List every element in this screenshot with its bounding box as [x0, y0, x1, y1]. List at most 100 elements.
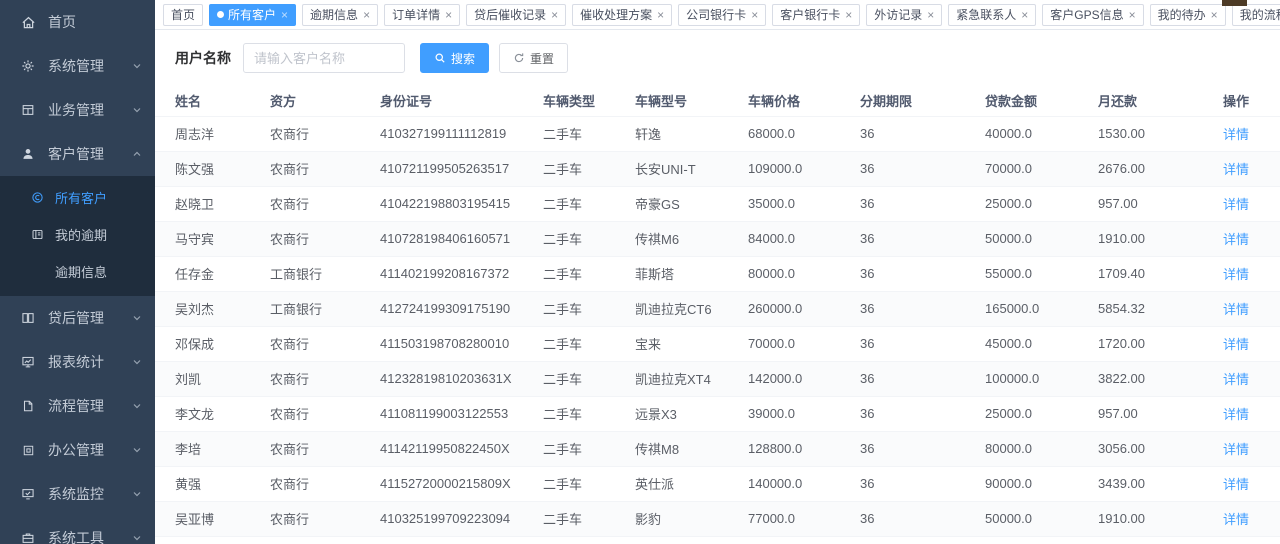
- table-cell-action: 详情: [1223, 116, 1280, 151]
- detail-link[interactable]: 详情: [1223, 337, 1249, 352]
- close-icon[interactable]: ×: [1211, 9, 1218, 21]
- table-cell: 3822.00: [1098, 361, 1223, 396]
- table-cell: 任存金: [155, 256, 270, 291]
- close-icon[interactable]: ×: [657, 9, 664, 21]
- column-header-7: 贷款金额: [985, 86, 1098, 116]
- table-cell: 40000.0: [985, 116, 1098, 151]
- table-cell: 二手车: [543, 326, 635, 361]
- detail-link[interactable]: 详情: [1223, 162, 1249, 177]
- sidebar-item-bottom-2[interactable]: 流程管理: [0, 384, 155, 428]
- tab-6[interactable]: 公司银行卡×: [678, 4, 766, 26]
- sidebar-item-bottom-5[interactable]: 系统工具: [0, 516, 155, 544]
- close-icon[interactable]: ×: [1129, 9, 1136, 21]
- table-row: 邓保成农商行411503198708280010二手车宝来70000.03645…: [155, 326, 1280, 361]
- sidebar-item-top-0[interactable]: 首页: [0, 0, 155, 44]
- sidebar-item-bottom-3[interactable]: 办公管理: [0, 428, 155, 472]
- column-header-0: 姓名: [155, 86, 270, 116]
- home-icon: [20, 14, 36, 30]
- avatar[interactable]: [1222, 0, 1247, 6]
- chevron-down-icon: [131, 532, 143, 544]
- table-cell: 二手车: [543, 396, 635, 431]
- sidebar-item-top-2[interactable]: 业务管理: [0, 88, 155, 132]
- table-cell: 412724199309175190: [380, 291, 543, 326]
- detail-link[interactable]: 详情: [1223, 197, 1249, 212]
- table-cell-action: 详情: [1223, 431, 1280, 466]
- tab-12[interactable]: 我的流程×: [1232, 4, 1280, 26]
- detail-link[interactable]: 详情: [1223, 477, 1249, 492]
- table-cell: 55000.0: [985, 256, 1098, 291]
- sidebar-item-label: 办公管理: [48, 440, 104, 460]
- sidebar-item-top-3[interactable]: 客户管理: [0, 132, 155, 176]
- close-icon[interactable]: ×: [281, 9, 288, 21]
- tab-8[interactable]: 外访记录×: [866, 4, 942, 26]
- table-cell: 农商行: [270, 151, 380, 186]
- sidebar-subitem-1[interactable]: 我的逾期: [0, 216, 155, 253]
- detail-link[interactable]: 详情: [1223, 442, 1249, 457]
- tab-11[interactable]: 我的待办×: [1150, 4, 1226, 26]
- tab-5[interactable]: 催收处理方案×: [572, 4, 672, 26]
- search-button[interactable]: 搜索: [420, 43, 489, 73]
- table-row: 陈文强农商行410721199505263517二手车长安UNI-T109000…: [155, 151, 1280, 186]
- table-cell: 李培: [155, 431, 270, 466]
- gear-icon: [20, 58, 36, 74]
- sidebar-item-bottom-1[interactable]: 报表统计: [0, 340, 155, 384]
- sidebar-item-bottom-0[interactable]: 贷后管理: [0, 296, 155, 340]
- table-row: 李培农商行41142119950822450X二手车传祺M8128800.036…: [155, 431, 1280, 466]
- table-cell: 长安UNI-T: [635, 151, 748, 186]
- tab-3[interactable]: 订单详情×: [384, 4, 460, 26]
- sidebar-item-bottom-4[interactable]: 系统监控: [0, 472, 155, 516]
- table-cell: 凯迪拉克XT4: [635, 361, 748, 396]
- sidebar-subitem-0[interactable]: 所有客户: [0, 179, 155, 216]
- tab-9[interactable]: 紧急联系人×: [948, 4, 1036, 26]
- column-header-6: 分期期限: [860, 86, 985, 116]
- table-cell: [1098, 536, 1223, 544]
- table-cell: 5854.32: [1098, 291, 1223, 326]
- detail-link[interactable]: 详情: [1223, 232, 1249, 247]
- table-cell: 70000.0: [748, 326, 860, 361]
- search-input[interactable]: [243, 43, 405, 73]
- reset-button[interactable]: 重置: [499, 43, 568, 73]
- tab-7[interactable]: 客户银行卡 ×: [772, 4, 860, 26]
- chevron-down-icon: [131, 488, 143, 500]
- table-cell-action: 详情: [1223, 186, 1280, 221]
- table-cell: 工商银行: [270, 291, 380, 326]
- close-icon[interactable]: ×: [551, 9, 558, 21]
- table-cell: 二手车: [543, 501, 635, 536]
- column-header-3: 车辆类型: [543, 86, 635, 116]
- tab-4[interactable]: 贷后催收记录×: [466, 4, 566, 26]
- sidebar-subitem-2[interactable]: 逾期信息: [0, 253, 155, 290]
- table-cell: 农商行: [270, 361, 380, 396]
- tab-0[interactable]: 首页: [163, 4, 203, 26]
- table-cell-action: 详情: [1223, 501, 1280, 536]
- sidebar-item-top-1[interactable]: 系统管理: [0, 44, 155, 88]
- table-cell: 410327199111112819: [380, 116, 543, 151]
- detail-link[interactable]: 详情: [1223, 372, 1249, 387]
- close-icon[interactable]: ×: [751, 9, 758, 21]
- office-icon: [20, 442, 36, 458]
- close-icon[interactable]: ×: [363, 9, 370, 21]
- table-cell: 80000.0: [748, 256, 860, 291]
- table-cell: 84000.0: [748, 221, 860, 256]
- tab-label: 所有客户: [228, 6, 276, 23]
- sidebar: 首页系统管理业务管理客户管理所有客户我的逾期逾期信息贷后管理报表统计流程管理办公…: [0, 0, 155, 544]
- close-icon[interactable]: ×: [445, 9, 452, 21]
- close-icon[interactable]: ×: [845, 9, 852, 21]
- tab-10[interactable]: 客户GPS信息×: [1042, 4, 1143, 26]
- table-cell: 25000.0: [985, 396, 1098, 431]
- detail-link[interactable]: 详情: [1223, 512, 1249, 527]
- customers-icon: [31, 191, 45, 205]
- table-cell: 1530.00: [1098, 116, 1223, 151]
- tab-label: 客户银行卡: [780, 6, 840, 23]
- tab-1[interactable]: 所有客户 ×: [209, 4, 296, 26]
- detail-link[interactable]: 详情: [1223, 407, 1249, 422]
- column-header-9: 操作: [1223, 86, 1280, 116]
- detail-link[interactable]: 详情: [1223, 267, 1249, 282]
- sidebar-item-label: 业务管理: [48, 100, 104, 120]
- close-icon[interactable]: ×: [1021, 9, 1028, 21]
- table-cell-action: 详情: [1223, 256, 1280, 291]
- detail-link[interactable]: 详情: [1223, 127, 1249, 142]
- tab-2[interactable]: 逾期信息×: [302, 4, 378, 26]
- table-cell: 二手车: [543, 361, 635, 396]
- close-icon[interactable]: ×: [927, 9, 934, 21]
- detail-link[interactable]: 详情: [1223, 302, 1249, 317]
